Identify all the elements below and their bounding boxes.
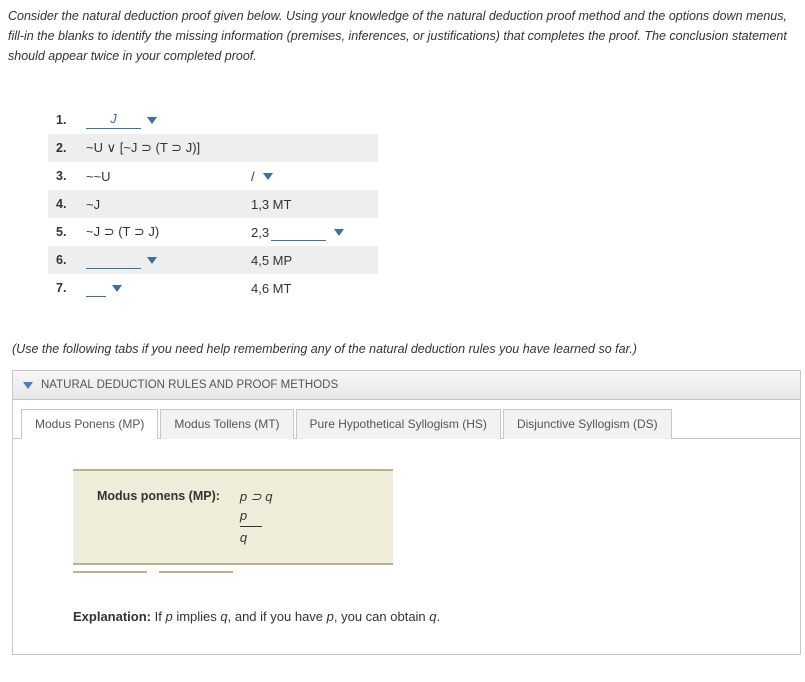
explanation-body: If p implies q, and if you have p, you c… xyxy=(151,609,440,624)
chevron-down-icon[interactable] xyxy=(147,257,157,264)
justification-cell: 4,6 MT xyxy=(251,281,370,296)
instructions-text: Consider the natural deduction proof giv… xyxy=(8,6,805,66)
row-number: 2. xyxy=(56,141,86,155)
rules-panel-header[interactable]: NATURAL DEDUCTION RULES AND PROOF METHOD… xyxy=(13,371,800,400)
justif-prefix: 2,3 xyxy=(251,225,269,240)
rule-line-2: p xyxy=(240,508,273,523)
tab-modus-tollens[interactable]: Modus Tollens (MT) xyxy=(160,409,293,439)
row-number: 6. xyxy=(56,253,86,267)
rule-line-3: q xyxy=(240,530,273,545)
blank-input[interactable] xyxy=(271,223,326,241)
explanation-label: Explanation: xyxy=(73,609,151,624)
rule-definition-box: Modus ponens (MP): p ⊃ q p q xyxy=(73,469,393,565)
decorative-bars xyxy=(73,571,760,573)
formula-cell: ~U ∨ [~J ⊃ (T ⊃ J)] xyxy=(86,140,251,156)
inference-line xyxy=(240,526,262,527)
chevron-down-icon[interactable] xyxy=(334,229,344,236)
justif-prefix: / xyxy=(251,169,255,184)
proof-row: 2. ~U ∨ [~J ⊃ (T ⊃ J)] xyxy=(48,134,378,162)
proof-row: 7. 4,6 MT xyxy=(48,274,378,302)
row-number: 3. xyxy=(56,169,86,183)
chevron-down-icon[interactable] xyxy=(263,173,273,180)
row-number: 5. xyxy=(56,225,86,239)
proof-row: 5. ~J ⊃ (T ⊃ J) 2,3 xyxy=(48,218,378,246)
decorative-bar xyxy=(73,571,147,573)
tab-modus-ponens[interactable]: Modus Ponens (MP) xyxy=(21,409,158,439)
rule-formula: p ⊃ q p q xyxy=(240,489,273,545)
blank-input[interactable]: J xyxy=(86,111,141,129)
rule-name: Modus ponens (MP): xyxy=(97,489,220,503)
rule-content: Modus ponens (MP): p ⊃ q p q Explanation… xyxy=(13,439,800,654)
blank-input[interactable] xyxy=(86,279,106,297)
proof-row: 1. J xyxy=(48,106,378,134)
formula-cell: J xyxy=(86,111,251,129)
formula-cell xyxy=(86,279,251,297)
tab-disjunctive-syllogism[interactable]: Disjunctive Syllogism (DS) xyxy=(503,409,672,439)
row-number: 4. xyxy=(56,197,86,211)
proof-table: 1. J 2. ~U ∨ [~J ⊃ (T ⊃ J)] 3. ~~U / 4. … xyxy=(48,106,805,302)
row-number: 1. xyxy=(56,113,86,127)
chevron-down-icon[interactable] xyxy=(112,285,122,292)
formula-cell: ~~U xyxy=(86,169,251,184)
justification-cell: 1,3 MT xyxy=(251,197,370,212)
rule-line-1: p ⊃ q xyxy=(240,489,273,505)
row-number: 7. xyxy=(56,281,86,295)
rules-panel-title: NATURAL DEDUCTION RULES AND PROOF METHOD… xyxy=(41,379,338,391)
decorative-bar xyxy=(159,571,233,573)
tab-hypothetical-syllogism[interactable]: Pure Hypothetical Syllogism (HS) xyxy=(296,409,501,439)
proof-row: 4. ~J 1,3 MT xyxy=(48,190,378,218)
blank-input[interactable] xyxy=(86,251,141,269)
tabs-bar: Modus Ponens (MP) Modus Tollens (MT) Pur… xyxy=(13,400,800,439)
chevron-down-icon[interactable] xyxy=(147,117,157,124)
proof-row: 3. ~~U / xyxy=(48,162,378,190)
formula-cell: ~J ⊃ (T ⊃ J) xyxy=(86,224,251,240)
hint-text: (Use the following tabs if you need help… xyxy=(12,342,805,356)
justification-cell: / xyxy=(251,169,370,184)
proof-row: 6. 4,5 MP xyxy=(48,246,378,274)
formula-cell: ~J xyxy=(86,197,251,212)
rules-panel: NATURAL DEDUCTION RULES AND PROOF METHOD… xyxy=(12,370,801,655)
formula-cell xyxy=(86,251,251,269)
justification-cell: 2,3 xyxy=(251,223,370,241)
rule-explanation: Explanation: If p implies q, and if you … xyxy=(73,609,760,624)
chevron-down-icon xyxy=(23,382,33,389)
justification-cell: 4,5 MP xyxy=(251,253,370,268)
